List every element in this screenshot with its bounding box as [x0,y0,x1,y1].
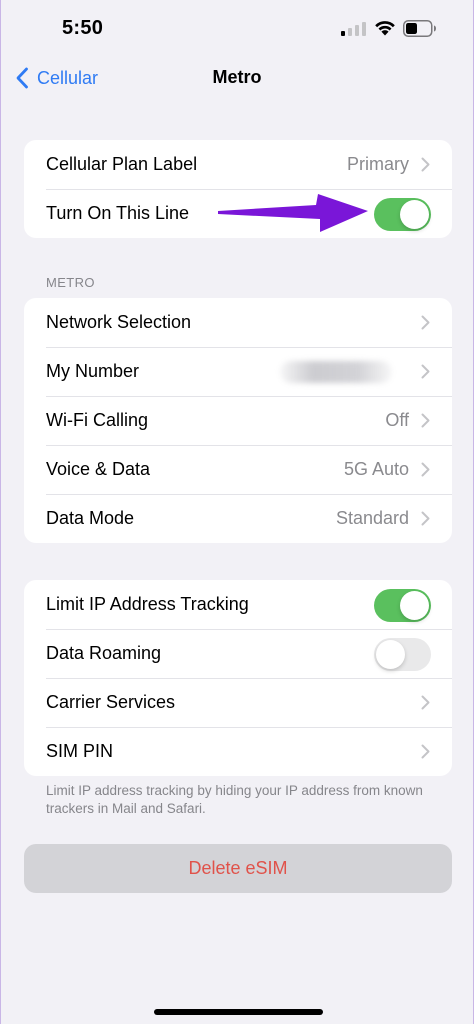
row-label: My Number [46,361,140,381]
row-value: Primary [347,154,409,174]
turn-on-line-toggle[interactable] [374,198,431,231]
chevron-right-icon [421,413,430,428]
voice-data-row[interactable]: Voice & Data 5G Auto [24,445,452,494]
status-bar: 5:50 [1,0,473,56]
limit-ip-tracking-row: Limit IP Address Tracking [24,580,452,629]
chevron-right-icon [421,511,430,526]
page-title: Metro [212,67,262,87]
carrier-services-row[interactable]: Carrier Services [24,678,452,727]
cellular-plan-label-row[interactable]: Cellular Plan Label Primary [24,140,452,189]
row-value: Standard [335,508,409,528]
chevron-right-icon [421,157,430,172]
section-header: METRO [46,275,95,290]
wifi-calling-row[interactable]: Wi-Fi Calling Off [24,396,452,445]
row-label: Data Mode [46,508,135,528]
home-indicator[interactable] [154,1009,323,1015]
row-label: Turn On This Line [46,203,190,223]
row-label: Wi-Fi Calling [46,410,149,430]
toggle-knob [376,640,405,669]
footer-note: Limit IP address tracking by hiding your… [46,783,423,816]
data-roaming-toggle[interactable] [374,638,431,671]
chevron-right-icon [421,315,430,330]
battery-icon [403,20,436,37]
row-value: Off [385,410,409,430]
privacy-roaming-group: Limit IP Address Tracking Data Roaming C… [24,580,452,776]
row-label: Data Roaming [46,643,162,663]
row-label: Carrier Services [46,692,176,712]
screen: 5:50 Cellular Metro Cellular Plan Label … [0,0,474,1024]
limit-ip-tracking-toggle[interactable] [374,589,431,622]
row-label: Network Selection [46,312,192,332]
toggle-knob [400,200,429,229]
network-selection-row[interactable]: Network Selection [24,298,452,347]
metro-group: Network Selection My Number Wi-Fi Callin… [24,298,452,543]
data-roaming-row: Data Roaming [24,629,452,678]
row-label: Voice & Data [46,459,151,479]
chevron-right-icon [421,744,430,759]
row-label: SIM PIN [46,741,114,761]
data-mode-row[interactable]: Data Mode Standard [24,494,452,543]
status-time: 5:50 [62,17,104,39]
signal-icon [341,22,366,36]
delete-esim-label: Delete eSIM [188,858,288,878]
annotation-arrow [218,194,368,232]
sim-pin-row[interactable]: SIM PIN [24,727,452,776]
row-label: Limit IP Address Tracking [46,594,249,614]
chevron-right-icon [421,695,430,710]
row-value: 5G Auto [343,459,409,479]
toggle-knob [400,591,429,620]
delete-esim-button[interactable]: Delete eSIM [24,844,452,893]
nav-bar: Cellular Metro [1,56,473,100]
chevron-right-icon [421,364,430,379]
my-number-row[interactable]: My Number [24,347,452,396]
wifi-icon [375,21,395,36]
row-label: Cellular Plan Label [46,154,198,174]
blurred-phone-number [280,361,392,383]
chevron-right-icon [421,462,430,477]
